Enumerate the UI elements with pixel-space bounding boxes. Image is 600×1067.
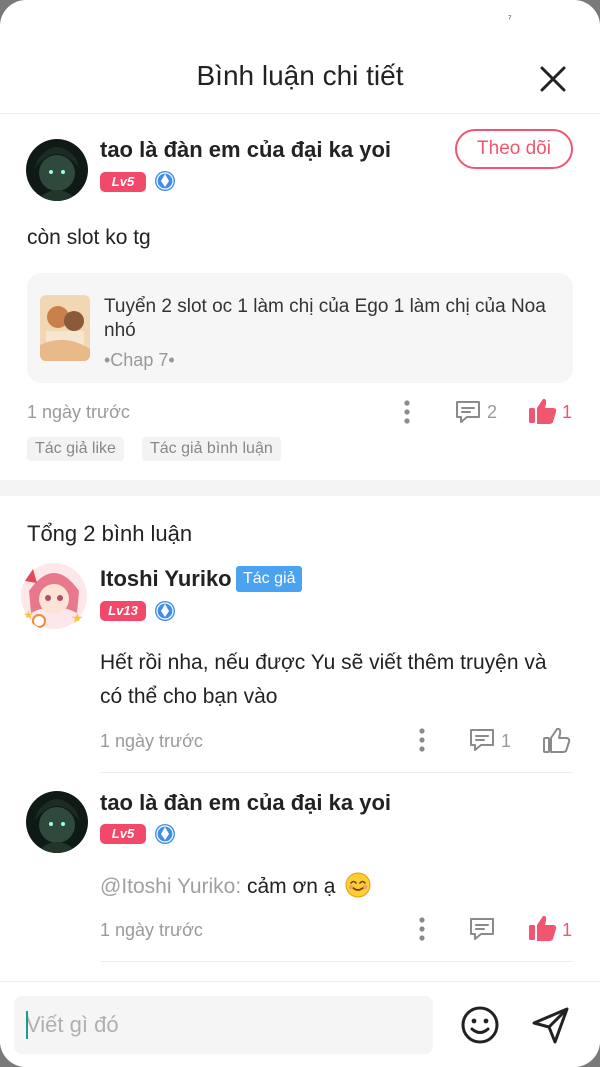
mention-link[interactable]: @Itoshi Yuriko: (100, 875, 241, 898)
like-filled-icon[interactable] (528, 397, 558, 425)
comment-input[interactable] (14, 996, 433, 1054)
vip-diamond-icon (155, 601, 175, 621)
level-badge: Lv13 (100, 601, 146, 621)
reply-comment-icon[interactable] (454, 399, 482, 425)
send-icon[interactable] (530, 1004, 572, 1046)
reply-separator (100, 961, 573, 962)
chapter-title: Tuyển 2 slot oc 1 làm chị của Ego 1 làm … (104, 296, 546, 341)
text-caret (26, 1011, 28, 1039)
reply-comment-icon[interactable] (468, 916, 496, 942)
more-options-icon[interactable] (401, 399, 413, 425)
header: Bình luận chi tiết (0, 40, 600, 114)
comment-time: 1 ngày trước (27, 402, 130, 422)
reply-count: 1 (501, 731, 512, 751)
replies-total: Tổng 2 bình luận (27, 521, 193, 546)
more-options-icon[interactable] (416, 727, 428, 753)
vip-diamond-icon (155, 824, 175, 844)
like-count: 1 (562, 920, 573, 940)
chapter-cover-image (40, 295, 90, 361)
section-divider (0, 480, 600, 496)
comment-text: @Itoshi Yuriko: cảm ơn ạ (100, 870, 371, 904)
author-tag: Tác giả (236, 566, 303, 592)
close-button[interactable] (536, 62, 570, 96)
comment-text: Hết rồi nha, nếu được Yu sẽ viết thêm tr… (100, 651, 547, 708)
comment-detail-sheet: ⁷ Bình luận chi tiết tao là đàn em của đ… (0, 0, 600, 1067)
username[interactable]: tao là đàn em của đại ka yoi (100, 137, 391, 163)
tag-author-like: Tác giả like (27, 437, 124, 461)
svg-text:★: ★ (71, 610, 84, 626)
smiling-emoji-icon (345, 872, 371, 898)
avatar[interactable] (26, 791, 88, 853)
reply-separator (100, 772, 573, 773)
comment-text: còn slot ko tg (27, 226, 151, 249)
comment-time: 1 ngày trước (100, 920, 203, 940)
reply-comment-icon[interactable] (468, 727, 496, 753)
username[interactable]: tao là đàn em của đại ka yoi (100, 790, 391, 816)
emoji-picker-icon[interactable] (460, 1005, 500, 1045)
comment-body: cảm ơn ạ (241, 875, 336, 898)
page-title: Bình luận chi tiết (196, 60, 404, 91)
follow-button[interactable]: Theo dõi (455, 129, 573, 169)
like-filled-icon[interactable] (528, 914, 558, 942)
level-badge: Lv5 (100, 172, 146, 192)
composer-bar (0, 981, 600, 1067)
chapter-number: •Chap 7• (104, 350, 175, 370)
reply-count: 2 (487, 402, 498, 422)
more-options-icon[interactable] (416, 916, 428, 942)
avatar[interactable] (26, 139, 88, 201)
level-badge: Lv5 (100, 824, 146, 844)
username[interactable]: Itoshi Yuriko (100, 566, 232, 592)
vip-diamond-icon (155, 171, 175, 191)
like-count: 1 (562, 402, 573, 422)
comment-time: 1 ngày trước (100, 731, 203, 751)
avatar[interactable]: ★ ★ (19, 561, 89, 631)
like-outline-icon[interactable] (542, 726, 572, 754)
tag-author-comment: Tác giả bình luận (142, 437, 281, 461)
close-icon (540, 66, 566, 92)
chapter-card[interactable]: Tuyển 2 slot oc 1 làm chị của Ego 1 làm … (27, 273, 573, 383)
status-indicator-icon: ⁷ (508, 14, 512, 25)
